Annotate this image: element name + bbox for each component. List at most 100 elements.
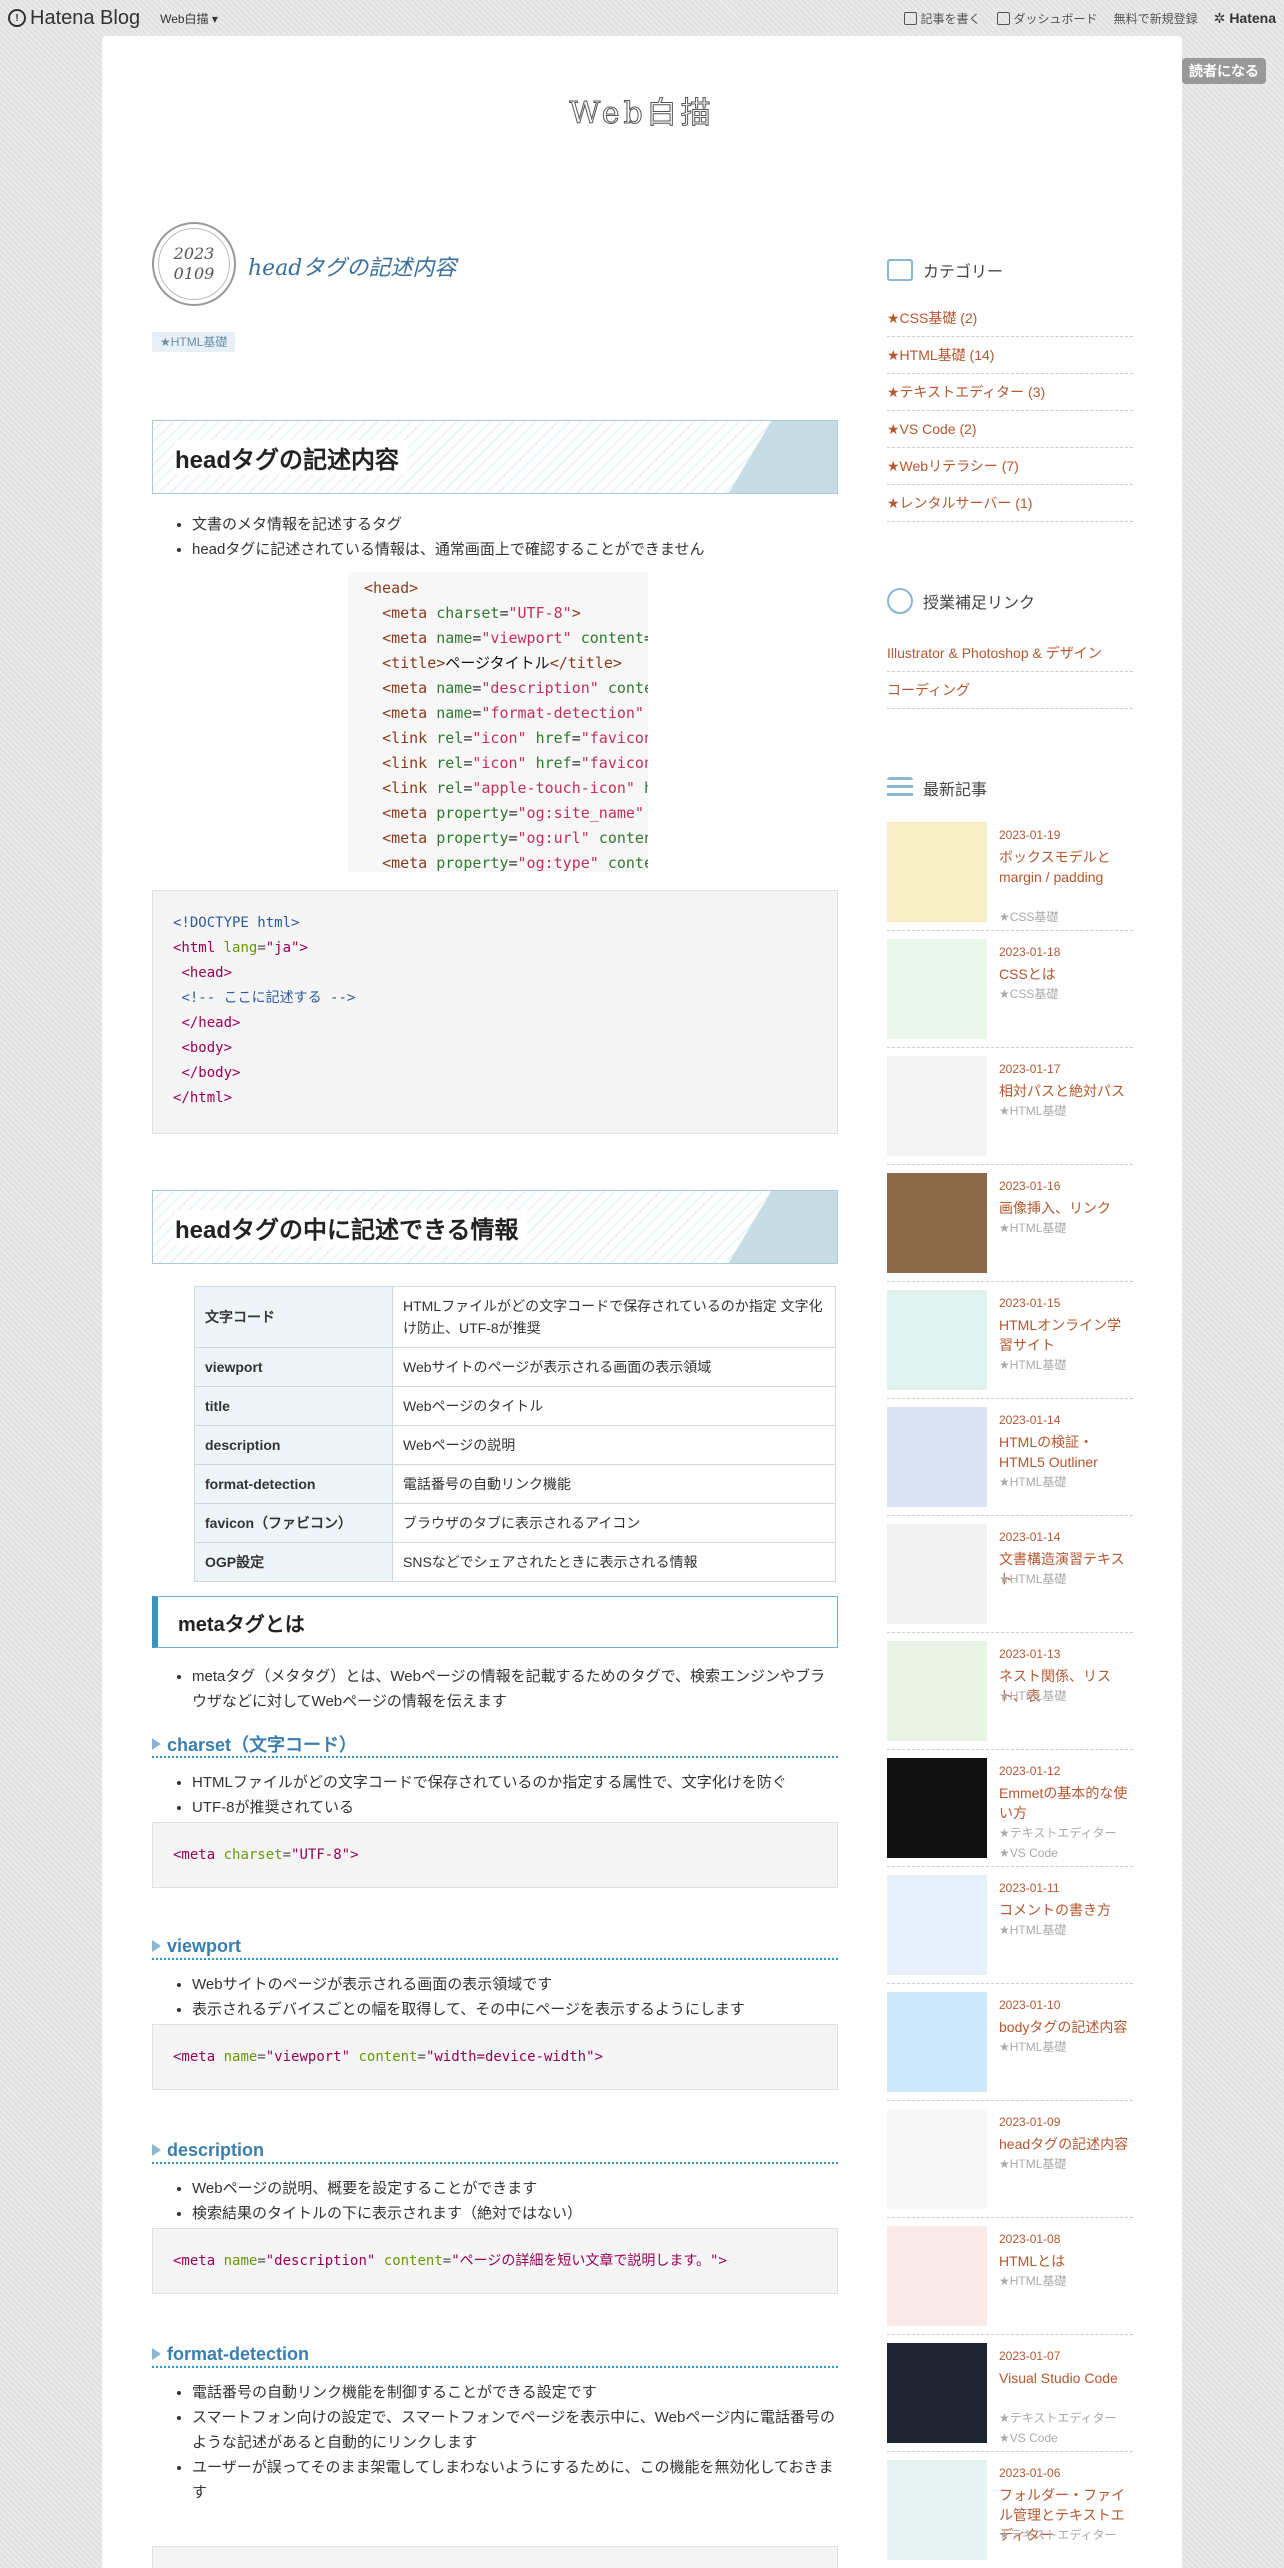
list-item: Webページの説明、概要を設定することができます (192, 2176, 582, 2201)
table-row: format-detection 電話番号の自動リンク機能 (194, 1464, 836, 1504)
signup-link[interactable]: 無料で新規登録 (1114, 10, 1198, 27)
recent-post-category[interactable]: ★VS Code (999, 1843, 1058, 1863)
recent-post-category[interactable]: ★テキストエディター (999, 1823, 1117, 1843)
recent-post-thumbnail[interactable] (887, 1758, 987, 1858)
blog-title[interactable]: Web白描 (102, 88, 1182, 132)
recent-post-item[interactable]: 2023-01-08 HTMLとは ★HTML基礎 (887, 2218, 1133, 2335)
recent-post-item[interactable]: 2023-01-11 コメントの書き方 ★HTML基礎 (887, 1867, 1133, 1984)
recent-post-item[interactable]: 2023-01-14 HTMLの検証・HTML5 Outliner ★HTML基礎 (887, 1399, 1133, 1516)
recent-post-item[interactable]: 2023-01-16 画像挿入、リンク ★HTML基礎 (887, 1165, 1133, 1282)
triangle-icon (152, 2348, 161, 2360)
heading-viewport: viewport (152, 1934, 838, 1960)
recent-post-thumbnail[interactable] (887, 1875, 987, 1975)
list-item: 表示されるデバイスごとの幅を取得して、その中にページを表示するようにします (192, 1997, 745, 2022)
category-link[interactable]: ★HTML基礎 (14) (887, 337, 1133, 374)
recent-post-item[interactable]: 2023-01-17 相対パスと絶対パス ★HTML基礎 (887, 1048, 1133, 1165)
heading-head-tag: headタグの記述内容 (152, 420, 838, 494)
supplement-link[interactable]: Illustrator & Photoshop & デザイン (887, 635, 1133, 672)
recent-post-item[interactable]: 2023-01-07 Visual Studio Code ★テキストエディター ★V… (887, 2335, 1133, 2452)
recent-post-item[interactable]: 2023-01-19 ボックスモデルとmargin / padding ★CSS基礎 (887, 814, 1133, 931)
recent-post-title[interactable]: 画像挿入、リンク (999, 1198, 1133, 1218)
recent-post-title[interactable]: HTMLの検証・HTML5 Outliner (999, 1432, 1133, 1472)
recent-post-title[interactable]: Visual Studio Code (999, 2368, 1133, 2388)
recent-post-category[interactable]: ★HTML基礎 (999, 1355, 1066, 1375)
table-row: title Webページのタイトル (194, 1386, 836, 1426)
viewport-list: Webサイトのページが表示される画面の表示領域です 表示されるデバイスごとの幅を… (192, 1972, 745, 2022)
recent-post-title[interactable]: CSSとは (999, 964, 1133, 984)
recent-post-date: 2023-01-10 (999, 1998, 1061, 2012)
recent-post-title[interactable]: HTMLオンライン学習サイト (999, 1315, 1133, 1355)
list-item: headタグに記述されている情報は、通常画面上で確認することができません (192, 537, 704, 562)
recent-post-category[interactable]: ★HTML基礎 (999, 2154, 1066, 2174)
recent-post-thumbnail[interactable] (887, 1173, 987, 1273)
category-link[interactable]: ★VS Code (2) (887, 411, 1133, 448)
recent-post-date: 2023-01-06 (999, 2466, 1061, 2480)
recent-post-thumbnail[interactable] (887, 1641, 987, 1741)
recent-post-category[interactable]: ★HTML基礎 (999, 1920, 1066, 1940)
recent-post-item[interactable]: 2023-01-10 bodyタグの記述内容 ★HTML基礎 (887, 1984, 1133, 2101)
recent-post-category[interactable]: ★CSS基礎 (999, 984, 1058, 1004)
entry-title[interactable]: headタグの記述内容 (248, 250, 456, 282)
recent-post-thumbnail[interactable] (887, 1056, 987, 1156)
recent-post-category[interactable]: ★CSS基礎 (999, 907, 1058, 927)
recent-post-category[interactable]: ★HTML基礎 (999, 1686, 1066, 1706)
recent-post-title[interactable]: HTMLとは (999, 2251, 1133, 2271)
recent-post-title[interactable]: headタグの記述内容 (999, 2134, 1133, 2154)
recent-post-category[interactable]: ★HTML基礎 (999, 1101, 1066, 1121)
triangle-icon (152, 2144, 161, 2156)
dashboard-link[interactable]: ダッシュボード (996, 10, 1098, 27)
recent-post-thumbnail[interactable] (887, 1407, 987, 1507)
supplement-link[interactable]: コーディング (887, 672, 1133, 709)
entry-category-badge[interactable]: ★HTML基礎 (152, 332, 236, 352)
code-block-viewport: <meta name="viewport" content="width=dev… (152, 2024, 838, 2090)
recent-post-date: 2023-01-19 (999, 828, 1061, 842)
recent-post-category[interactable]: ★テキストエディター (999, 2525, 1117, 2545)
recent-post-category[interactable]: ★HTML基礎 (999, 1218, 1066, 1238)
recent-post-item[interactable]: 2023-01-09 headタグの記述内容 ★HTML基礎 (887, 2101, 1133, 2218)
list-item: 検索結果のタイトルの下に表示されます（絶対ではない） (192, 2201, 582, 2226)
subscribe-button[interactable]: 読者になる (1182, 58, 1266, 84)
recent-post-category[interactable]: ★HTML基礎 (999, 2037, 1066, 2057)
head-info-table: 文字コード HTMLファイルがどの文字コードで保存されているのか指定 文字化け防止… (194, 1286, 836, 1582)
recent-post-thumbnail[interactable] (887, 939, 987, 1039)
recent-post-category[interactable]: ★HTML基礎 (999, 1569, 1066, 1589)
recent-post-thumbnail[interactable] (887, 822, 987, 922)
recent-post-item[interactable]: 2023-01-12 Emmetの基本的な使い方 ★テキストエディター ★VS Cod… (887, 1750, 1133, 1867)
category-link[interactable]: ★テキストエディター (3) (887, 374, 1133, 411)
category-link[interactable]: ★Webリテラシー (7) (887, 448, 1133, 485)
recent-post-title[interactable]: bodyタグの記述内容 (999, 2017, 1133, 2037)
hatena-link[interactable]: ✲ Hatena (1214, 10, 1276, 27)
recent-post-title[interactable]: Emmetの基本的な使い方 (999, 1783, 1133, 1823)
recent-post-thumbnail[interactable] (887, 1992, 987, 2092)
recent-post-thumbnail[interactable] (887, 2460, 987, 2560)
hatena-blog-logo[interactable]: ! Hatena Blog (8, 7, 140, 30)
recent-post-date: 2023-01-14 (999, 1413, 1061, 1427)
category-link[interactable]: ★CSS基礎 (2) (887, 300, 1133, 337)
recent-post-category[interactable]: ★HTML基礎 (999, 1472, 1066, 1492)
recent-post-date: 2023-01-08 (999, 2232, 1061, 2246)
recent-post-category[interactable]: ★テキストエディター (999, 2408, 1117, 2428)
recent-post-thumbnail[interactable] (887, 1524, 987, 1624)
recent-post-thumbnail[interactable] (887, 1290, 987, 1390)
recent-post-thumbnail[interactable] (887, 2226, 987, 2326)
recent-post-category[interactable]: ★HTML基礎 (999, 2271, 1066, 2291)
hatena-topbar: ! Hatena Blog Web白描 ▾ 記事を書く ダッシュボード 無料で新… (0, 0, 1284, 36)
list-item: 電話番号の自動リンク機能を制御することができる設定です (192, 2380, 838, 2405)
recent-post-item[interactable]: 2023-01-06 フォルダー・ファイル管理とテキストエディター ★テキストエディ… (887, 2452, 1133, 2568)
recent-post-title[interactable]: 相対パスと絶対パス (999, 1081, 1133, 1101)
recent-post-title[interactable]: ボックスモデルとmargin / padding (999, 847, 1133, 887)
heading-format-detection: format-detection (152, 2342, 838, 2368)
recent-post-item[interactable]: 2023-01-18 CSSとは ★CSS基礎 (887, 931, 1133, 1048)
write-post-link[interactable]: 記事を書く (903, 10, 981, 27)
recent-post-category[interactable]: ★VS Code (999, 2428, 1058, 2448)
blog-switch-dropdown[interactable]: Web白描 ▾ (160, 10, 218, 27)
recent-post-item[interactable]: 2023-01-15 HTMLオンライン学習サイト ★HTML基礎 (887, 1282, 1133, 1399)
category-link[interactable]: ★レンタルサーバー (1) (887, 485, 1133, 522)
entry-date[interactable]: 2023 0109 (152, 222, 236, 306)
recent-post-item[interactable]: 2023-01-14 文書構造演習テキスト ★HTML基礎 (887, 1516, 1133, 1633)
code-block-format-detection: <meta name="format-detection" content="t… (152, 2546, 838, 2568)
recent-post-item[interactable]: 2023-01-13 ネスト関係、リスト、表 ★HTML基礎 (887, 1633, 1133, 1750)
recent-post-thumbnail[interactable] (887, 2343, 987, 2443)
recent-post-thumbnail[interactable] (887, 2109, 987, 2209)
recent-post-title[interactable]: コメントの書き方 (999, 1900, 1133, 1920)
